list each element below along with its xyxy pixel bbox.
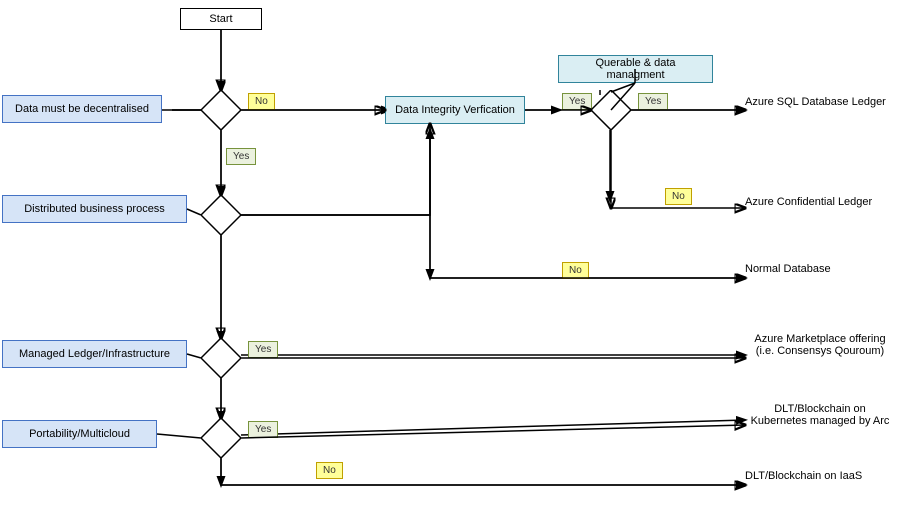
badge-yes-data-int: Yes xyxy=(562,93,592,110)
output-azure-sql: Azure SQL Database Ledger xyxy=(745,96,886,108)
output-dlt-iaas: DLT/Blockchain on IaaS xyxy=(745,470,862,482)
diamond-2 xyxy=(201,195,241,235)
badge-no-querable: No xyxy=(665,188,692,205)
flowchart-diagram: Start Data must be decentralised No Yes … xyxy=(0,0,921,511)
data-integrity-box: Data Integrity Verfication xyxy=(385,96,525,124)
badge-no-1: No xyxy=(248,93,275,110)
output-dlt-kubernetes: DLT/Blockchain on Kubernetes managed by … xyxy=(745,403,895,427)
q4-label: Portability/Multicloud xyxy=(2,420,157,448)
output-marketplace: Azure Marketplace offering (i.e. Consens… xyxy=(745,333,895,357)
badge-yes-3: Yes xyxy=(248,341,278,358)
badge-no-4: No xyxy=(316,462,343,479)
start-node: Start xyxy=(180,8,262,30)
diamond-querable xyxy=(591,90,631,130)
diamond-3 xyxy=(201,338,241,378)
badge-yes-querable-right: Yes xyxy=(638,93,668,110)
output-azure-confidential: Azure Confidential Ledger xyxy=(745,196,872,208)
diamond-1 xyxy=(201,90,241,130)
badge-no-data-int: No xyxy=(562,262,589,279)
diamond-4 xyxy=(201,418,241,458)
q1-label: Data must be decentralised xyxy=(2,95,162,123)
badge-yes-1: Yes xyxy=(226,148,256,165)
badge-yes-4: Yes xyxy=(248,421,278,438)
querable-box: Querable & data managment xyxy=(558,55,713,83)
q2-label: Distributed business process xyxy=(2,195,187,223)
output-normal-db: Normal Database xyxy=(745,263,831,275)
q3-label: Managed Ledger/Infrastructure xyxy=(2,340,187,368)
